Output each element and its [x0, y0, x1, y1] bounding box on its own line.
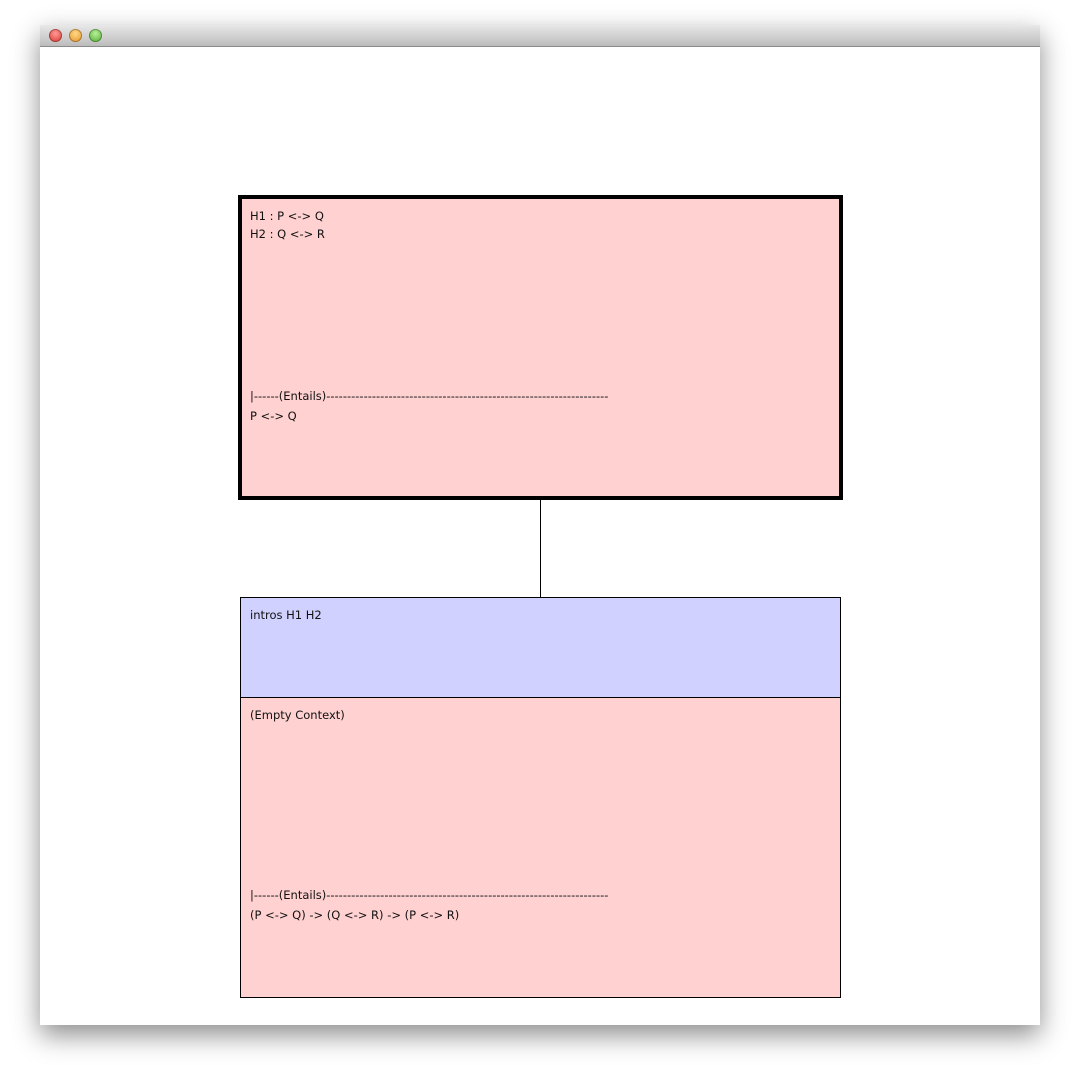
goal-text: P <-> Q: [250, 409, 297, 423]
context-text: (Empty Context): [250, 708, 345, 722]
entails-separator: |------(Entails)------------------------…: [250, 389, 609, 403]
tactic-text: intros H1 H2: [250, 608, 322, 622]
tactic-node[interactable]: intros H1 H2: [240, 597, 841, 698]
entails-separator: |------(Entails)------------------------…: [250, 888, 609, 902]
tree-edge: [540, 499, 541, 597]
root-goal-node[interactable]: (Empty Context) |------(Entails)--------…: [240, 697, 841, 998]
hypothesis-h2: H2 : Q <-> R: [250, 227, 325, 241]
goal-node[interactable]: H1 : P <-> Q H2 : Q <-> R |------(Entail…: [238, 195, 843, 500]
goal-text: (P <-> Q) -> (Q <-> R) -> (P <-> R): [250, 908, 460, 922]
hypothesis-h1: H1 : P <-> Q: [250, 209, 324, 223]
title-bar[interactable]: [40, 25, 1040, 47]
minimize-button[interactable]: [69, 29, 82, 42]
close-button[interactable]: [49, 29, 62, 42]
zoom-button[interactable]: [89, 29, 102, 42]
